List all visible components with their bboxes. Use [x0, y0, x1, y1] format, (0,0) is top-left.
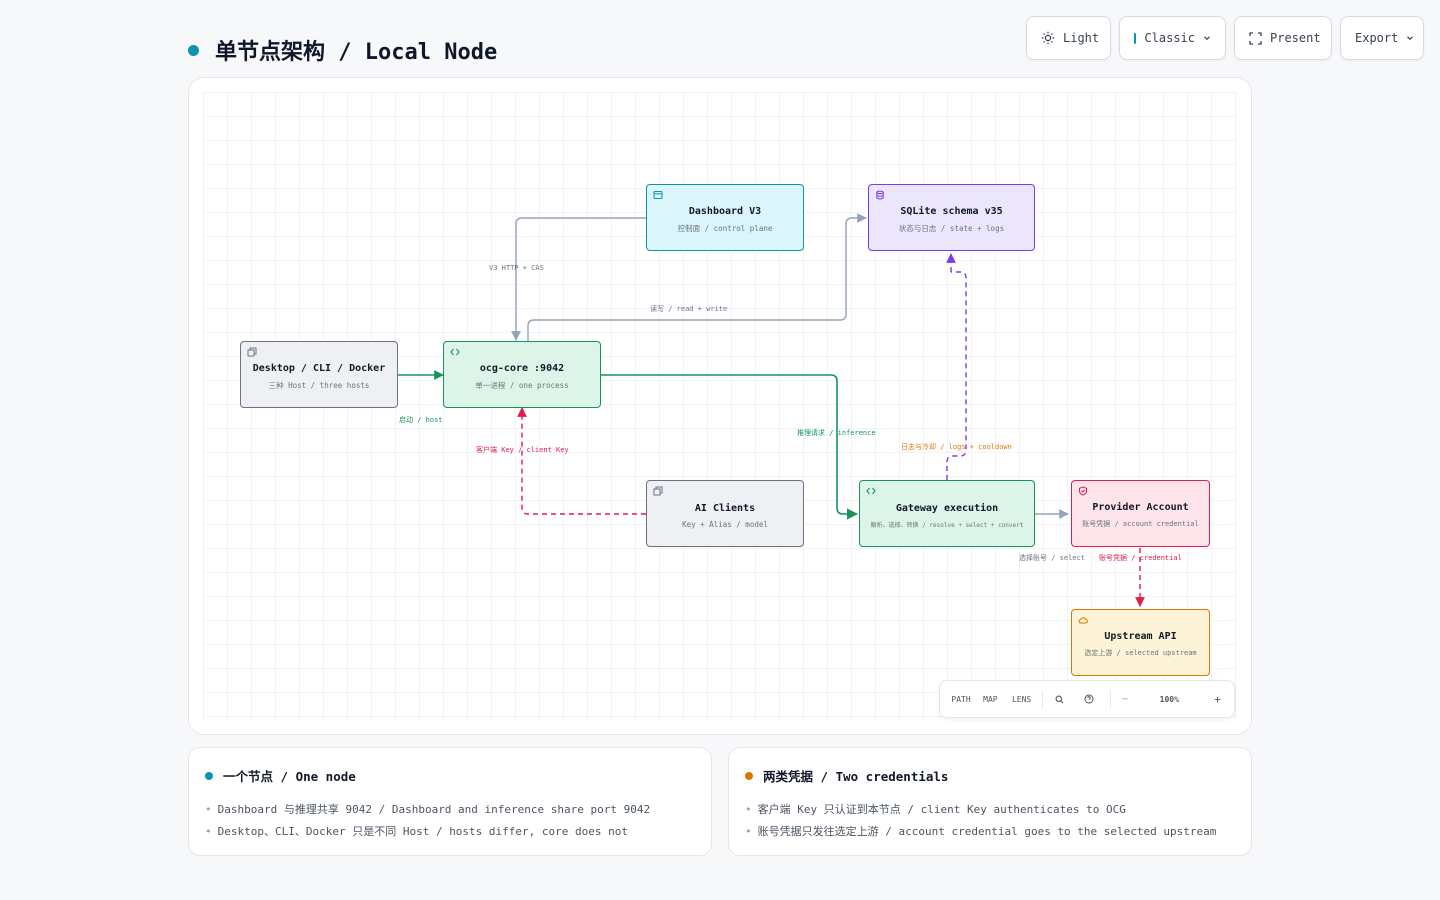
database-icon [876, 190, 884, 200]
style-label: Classic [1144, 31, 1195, 45]
node-core[interactable]: ocg-core :9042 单一进程 / one process [443, 341, 601, 408]
node-title: Gateway execution [895, 502, 999, 514]
edge-label-host: 启动 / host [399, 416, 443, 424]
diagram-canvas[interactable]: 启动 / host V3 HTTP + CAS 读写 / read + writ… [188, 77, 1252, 735]
lens-button[interactable]: LENS [1009, 695, 1035, 704]
node-upstream[interactable]: Upstream API 选定上游 / selected upstream [1071, 609, 1210, 676]
info-dot [745, 771, 753, 780]
code-icon [450, 348, 460, 356]
theme-label: Light [1063, 31, 1100, 45]
node-subtitle: 状态与日志 / state + logs [898, 223, 1005, 233]
info-dot [205, 771, 213, 780]
help-button[interactable] [1076, 694, 1102, 704]
search-icon [1055, 695, 1064, 703]
export-label: Export [1355, 31, 1399, 45]
edge-label-inference: 推理请求 / inference [797, 429, 876, 437]
list-item: Dashboard 与推理共享 9042 / Dashboard and inf… [205, 799, 695, 821]
search-button[interactable] [1051, 695, 1068, 704]
cloud-icon [1078, 617, 1088, 624]
node-aiclients[interactable]: AI Clients Key + Alias / model [646, 480, 804, 547]
node-subtitle: 单一进程 / one process [475, 380, 569, 390]
help-icon [1084, 694, 1094, 704]
edge-v3http [511, 217, 646, 341]
divider [1109, 690, 1111, 708]
list-item: Desktop、CLI、Docker 只是不同 Host / hosts dif… [205, 821, 695, 843]
page-title-text: 单节点架构 / Local Node [215, 40, 498, 65]
node-gateway[interactable]: Gateway execution 解析、选择、转换 / resolve + s… [859, 480, 1035, 547]
path-button[interactable]: PATH [950, 695, 972, 704]
info-card-credentials: 两类凭据 / Two credentials 客户端 Key 只认证到本节点 /… [728, 747, 1252, 856]
window-icon [653, 486, 663, 496]
node-subtitle: 解析、选择、转换 / resolve + select + convert [870, 521, 1024, 529]
edge-label-v3http: V3 HTTP + CAS [489, 264, 544, 272]
divider [1042, 690, 1044, 708]
map-button[interactable]: MAP [972, 695, 1009, 704]
info-card-header: 两类凭据 / Two credentials [745, 766, 1235, 785]
info-card-node: 一个节点 / One node Dashboard 与推理共享 9042 / D… [188, 747, 712, 856]
canvas-controls: PATH MAP LENS − 100% + [939, 680, 1235, 718]
shield-icon [1079, 486, 1087, 496]
sun-icon [1041, 31, 1055, 45]
info-list: 客户端 Key 只认证到本节点 / client Key authenticat… [745, 799, 1235, 843]
export-dropdown[interactable]: Export [1340, 16, 1424, 60]
node-desktop[interactable]: Desktop / CLI / Docker 三种 Host / three h… [240, 341, 398, 408]
list-item: 客户端 Key 只认证到本节点 / client Key authenticat… [745, 799, 1235, 821]
node-sqlite[interactable]: SQLite schema v35 状态与日志 / state + logs [868, 184, 1035, 251]
node-title: SQLite schema v35 [900, 205, 1003, 217]
toolbar: Light Classic Present Export [1026, 16, 1424, 60]
chevron-down-icon [1204, 36, 1210, 41]
title-dot [188, 44, 199, 56]
node-subtitle: 账号凭据 / account credential [1082, 520, 1199, 528]
present-button[interactable]: Present [1234, 16, 1332, 60]
fullscreen-icon [1249, 31, 1262, 45]
theme-button[interactable]: Light [1026, 16, 1111, 60]
node-subtitle: 三种 Host / three hosts [268, 380, 370, 390]
edge-label-readwrite: 读写 / read + write [650, 305, 728, 313]
chevron-down-icon [1407, 36, 1414, 41]
node-title: Upstream API [1104, 631, 1177, 642]
list-item: 账号凭据只发往选定上游 / account credential goes to… [745, 821, 1235, 843]
edge-label-credential: 账号凭据 / credential [1099, 554, 1182, 562]
edge-label-select: 选择账号 / select [1019, 554, 1085, 562]
style-dropdown[interactable]: Classic [1119, 16, 1226, 60]
info-card-header: 一个节点 / One node [205, 766, 695, 785]
edge-clientkey [517, 407, 646, 515]
node-title: Provider Account [1092, 502, 1189, 513]
page-title: 单节点架构 / Local Node [188, 34, 497, 66]
window-icon [247, 347, 257, 357]
node-title: Dashboard V3 [688, 205, 762, 217]
edge-label-logs: 日志与冷却 / logs + cooldown [901, 443, 1012, 451]
node-provider[interactable]: Provider Account 账号凭据 / account credenti… [1071, 480, 1210, 547]
node-subtitle: 选定上游 / selected upstream [1084, 649, 1197, 657]
node-title: Desktop / CLI / Docker [252, 362, 386, 374]
node-title: AI Clients [694, 502, 756, 514]
style-swatch-icon [1134, 32, 1137, 44]
node-title: ocg-core :9042 [479, 362, 565, 374]
info-list: Dashboard 与推理共享 9042 / Dashboard and inf… [205, 799, 695, 843]
node-subtitle: 控制面 / control plane [677, 223, 773, 233]
node-dashboard[interactable]: Dashboard V3 控制面 / control plane [646, 184, 804, 251]
info-card-title: 两类凭据 / Two credentials [763, 769, 949, 784]
present-label: Present [1270, 31, 1321, 45]
node-subtitle: Key + Alias / model [682, 519, 768, 529]
code-icon [866, 487, 876, 495]
zoom-level: 100% [1159, 694, 1179, 704]
edge-label-clientkey: 客户端 Key / client Key [476, 446, 569, 454]
browser-icon [653, 191, 663, 199]
zoom-in-button[interactable]: + [1211, 693, 1224, 706]
info-card-title: 一个节点 / One node [223, 769, 356, 784]
zoom-out-button[interactable]: − [1119, 694, 1132, 705]
